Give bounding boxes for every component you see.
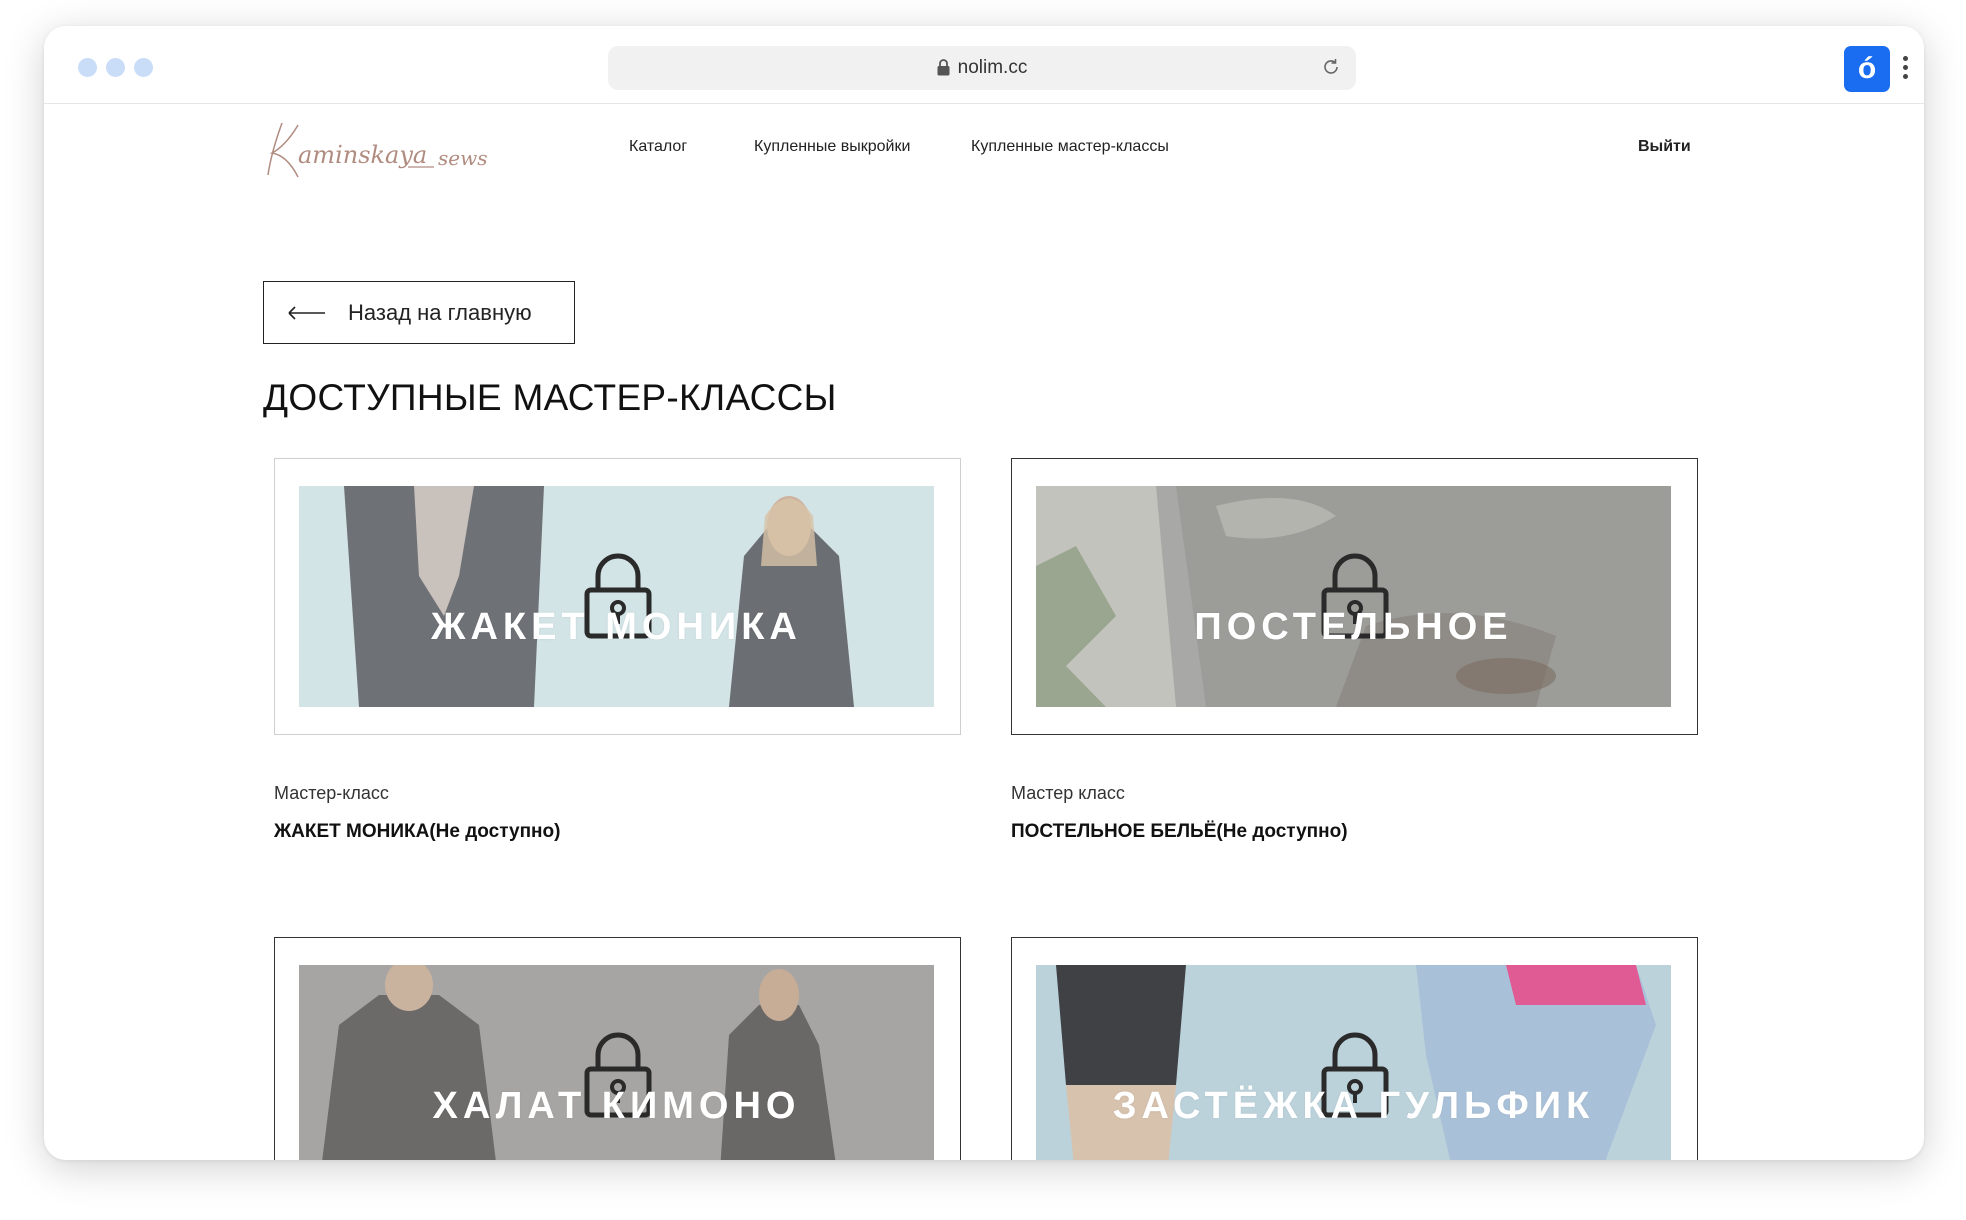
extension-button[interactable]: ó bbox=[1844, 46, 1890, 92]
masterclass-card-image[interactable]: ПОСТЕЛЬНОЕ bbox=[1011, 458, 1698, 735]
arrow-left-icon bbox=[288, 305, 325, 320]
browser-window: nolim.cc ó aminskaya sews Каталог Куплен… bbox=[44, 26, 1924, 1160]
card-overlay-title: ЖАКЕТ МОНИКА bbox=[431, 606, 802, 648]
card-category-label: Мастер-класс bbox=[274, 783, 389, 803]
window-controls bbox=[78, 58, 153, 77]
card-photo: ПОСТЕЛЬНОЕ bbox=[1036, 486, 1671, 707]
card-overlay-title: ПОСТЕЛЬНОЕ bbox=[1194, 606, 1513, 648]
close-window-button[interactable] bbox=[78, 58, 97, 77]
main-nav: Каталог Купленные выкройки Купленные мас… bbox=[44, 138, 1924, 162]
back-to-home-button[interactable]: Назад на главную bbox=[263, 281, 575, 344]
card-title-link[interactable]: ЖАКЕТ МОНИКА(Не доступно) bbox=[274, 821, 560, 843]
logout-link[interactable]: Выйти bbox=[1638, 138, 1691, 156]
maximize-window-button[interactable] bbox=[134, 58, 153, 77]
nav-purchased-patterns-link[interactable]: Купленные выкройки bbox=[754, 138, 910, 156]
masterclass-card-image[interactable]: ХАЛАТ КИМОНО bbox=[274, 937, 961, 1160]
nav-purchased-masterclasses-link[interactable]: Купленные мастер-классы bbox=[971, 138, 1169, 156]
masterclass-card-image[interactable]: ЗАСТЁЖКА ГУЛЬФИК bbox=[1011, 937, 1698, 1160]
address-bar[interactable]: nolim.cc bbox=[608, 46, 1356, 90]
reload-icon[interactable] bbox=[1320, 56, 1342, 78]
card-overlay-title: ХАЛАТ КИМОНО bbox=[432, 1085, 801, 1127]
more-vertical-icon[interactable] bbox=[1902, 56, 1910, 82]
nav-catalog-link[interactable]: Каталог bbox=[629, 138, 687, 156]
card-photo: ХАЛАТ КИМОНО bbox=[299, 965, 934, 1160]
section-title: ДОСТУПНЫЕ МАСТЕР-КЛАССЫ bbox=[263, 377, 837, 418]
minimize-window-button[interactable] bbox=[106, 58, 125, 77]
back-button-label: Назад на главную bbox=[348, 299, 532, 325]
masterclass-card-image[interactable]: ЖАКЕТ МОНИКА bbox=[274, 458, 961, 735]
card-photo: ЖАКЕТ МОНИКА bbox=[299, 486, 934, 707]
card-category-label: Мастер класс bbox=[1011, 783, 1125, 803]
card-overlay-title: ЗАСТЁЖКА ГУЛЬФИК bbox=[1112, 1085, 1595, 1127]
url-text: nolim.cc bbox=[957, 57, 1028, 78]
browser-toolbar: nolim.cc ó bbox=[44, 26, 1924, 104]
web-page: aminskaya sews Каталог Купленные выкройк… bbox=[44, 105, 1924, 1160]
card-photo: ЗАСТЁЖКА ГУЛЬФИК bbox=[1036, 965, 1671, 1160]
card-title-link[interactable]: ПОСТЕЛЬНОЕ БЕЛЬЁ(Не доступно) bbox=[1011, 821, 1348, 843]
lock-icon bbox=[937, 58, 950, 75]
